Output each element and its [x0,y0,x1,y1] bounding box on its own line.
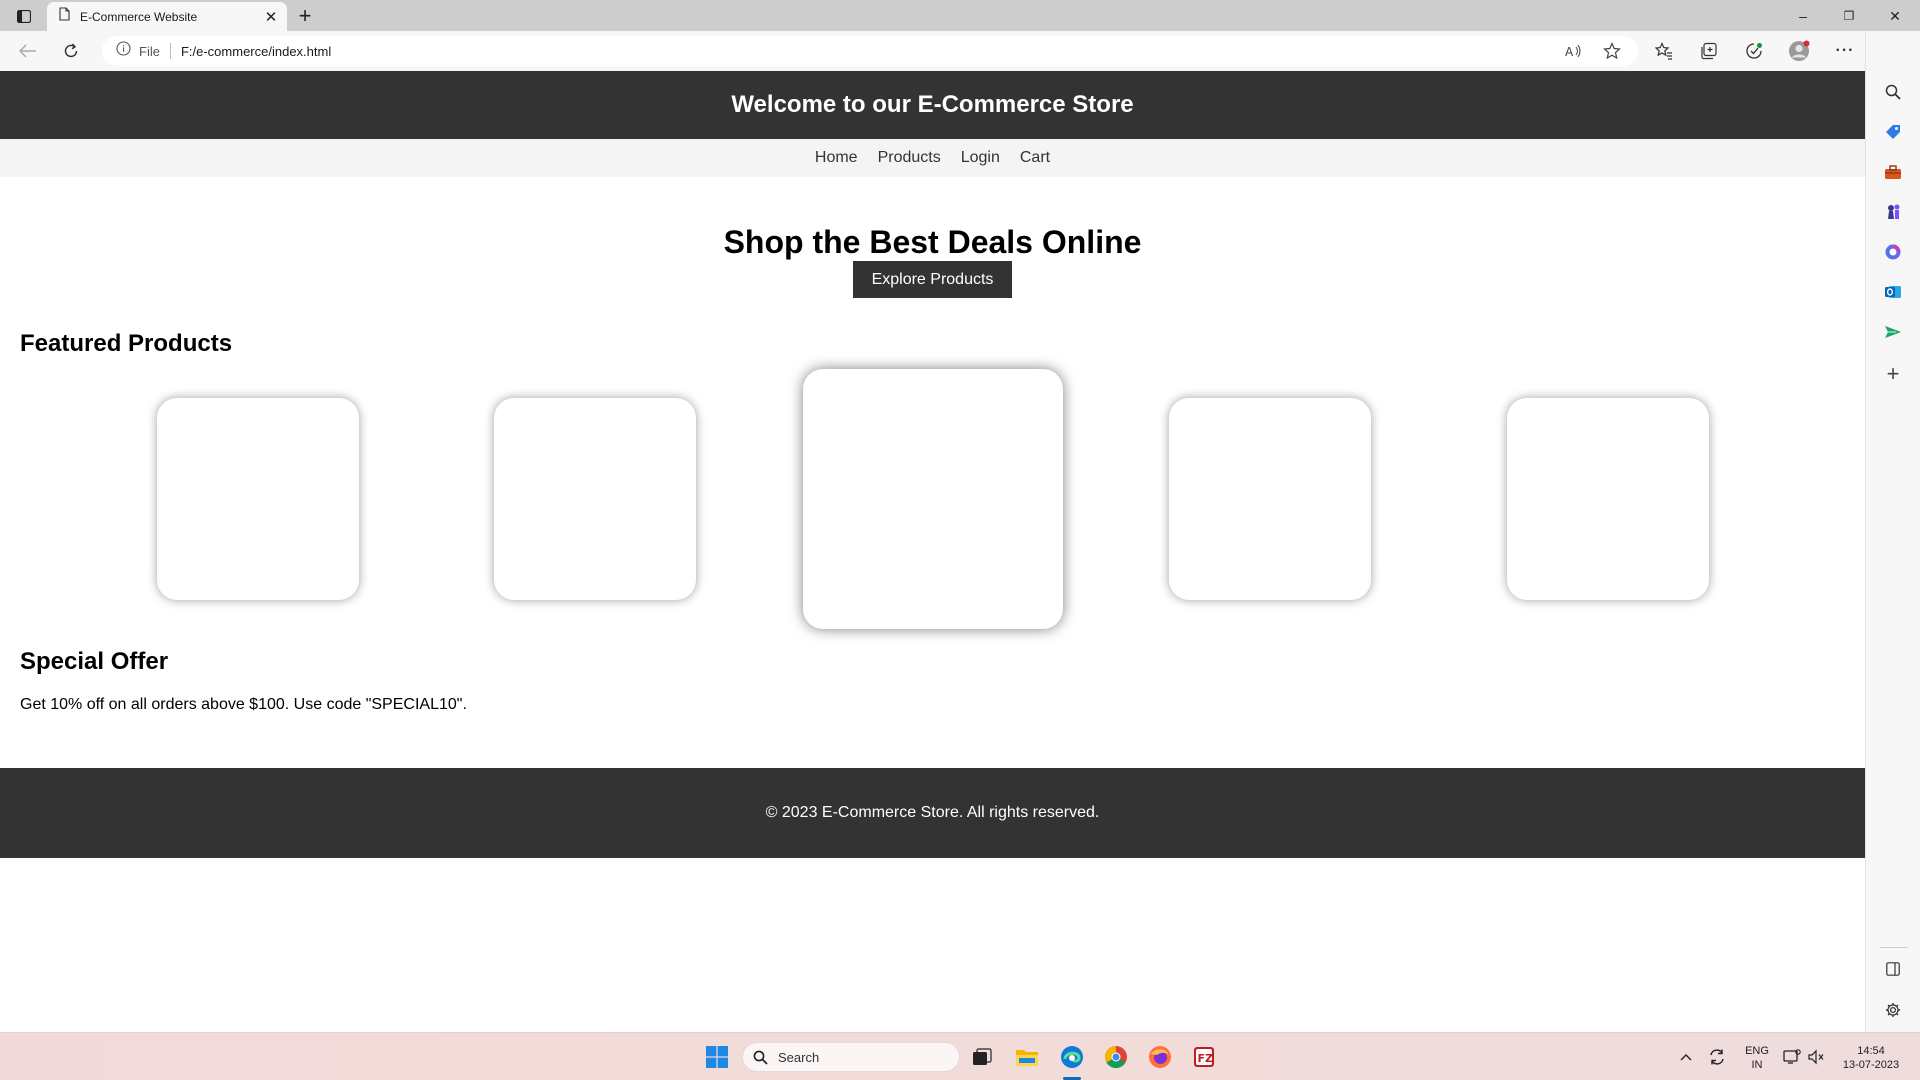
browser-essentials-icon[interactable] [1738,36,1770,66]
task-view-icon[interactable] [968,1043,996,1071]
product-card[interactable] [494,398,696,600]
tab-actions-icon[interactable] [12,6,36,26]
nav-link-cart[interactable]: Cart [1020,149,1050,167]
sync-icon[interactable] [1703,1043,1731,1071]
product-card[interactable] [157,398,359,600]
sidebar-divider [1880,947,1908,948]
office-icon[interactable] [1880,239,1906,265]
outlook-icon[interactable] [1880,279,1906,305]
minimize-button[interactable]: – [1780,4,1826,28]
edge-browser-icon[interactable] [1058,1043,1086,1071]
read-aloud-icon[interactable]: A [1558,36,1590,66]
special-offer-title: Special Offer [20,648,169,675]
collections-icon[interactable] [1693,36,1725,66]
browser-tab-bar: E-Commerce Website ✕ + – ❐ ✕ [0,0,1920,31]
site-nav: Home Products Login Cart [0,139,1865,177]
filezilla-icon[interactable]: FZ [1190,1043,1218,1071]
clock-time: 14:54 [1857,1045,1885,1057]
language-code: ENG [1745,1045,1769,1057]
taskbar-search-box[interactable]: Search [742,1042,960,1072]
volume-muted-icon[interactable] [1802,1043,1830,1071]
site-header: Welcome to our E-Commerce Store [0,71,1865,139]
product-card-active[interactable] [803,369,1063,629]
svg-text:FZ: FZ [1198,1052,1214,1065]
hero-section: Shop the Best Deals Online Explore Produ… [0,177,1865,298]
windows-start-icon[interactable] [703,1043,731,1071]
chess-icon[interactable] [1880,199,1906,225]
chrome-icon[interactable] [1102,1043,1130,1071]
taskbar-search-label: Search [778,1049,820,1065]
search-icon[interactable] [1880,79,1906,105]
toolbox-icon[interactable] [1880,159,1906,185]
clock-date: 13-07-2023 [1842,1059,1900,1071]
region-code: IN [1751,1059,1763,1071]
address-scheme: File [139,43,160,59]
featured-products-title: Featured Products [20,330,233,357]
nav-link-home[interactable]: Home [815,149,858,167]
search-icon [753,1050,768,1065]
tab-close-icon[interactable]: ✕ [259,5,283,29]
featured-products-row [0,358,1865,648]
site-title: Welcome to our E-Commerce Store [731,91,1134,118]
add-icon[interactable]: + [1880,361,1906,387]
nav-link-products[interactable]: Products [878,149,941,167]
send-icon[interactable] [1880,319,1906,345]
address-separator [169,43,171,59]
footer-text: © 2023 E-Commerce Store. All rights rese… [765,804,1100,821]
web-page: Welcome to our E-Commerce Store Home Pro… [0,71,1865,1032]
restore-button[interactable]: ❐ [1826,4,1872,28]
clock[interactable]: 14:54 13-07-2023 [1833,1044,1909,1072]
favorites-icon[interactable] [1648,36,1680,66]
address-bar[interactable]: File F:/e-commerce/index.html [102,36,1638,66]
address-url[interactable]: F:/e-commerce/index.html [181,44,331,59]
shopping-tag-icon[interactable] [1880,119,1906,145]
site-footer: © 2023 E-Commerce Store. All rights rese… [0,768,1865,858]
back-icon[interactable] [12,36,44,66]
new-tab-button[interactable]: + [292,3,318,28]
windows-taskbar: Search FZ ENG IN 14:54 13-07-2023 [0,1032,1920,1080]
firefox-icon[interactable] [1146,1043,1174,1071]
refresh-icon[interactable] [55,36,87,66]
page-icon [59,7,70,26]
tab-title: E-Commerce Website [80,9,198,24]
svg-text:A: A [1565,45,1574,58]
close-window-button[interactable]: ✕ [1872,4,1918,28]
browser-tab[interactable]: E-Commerce Website ✕ [47,2,287,31]
chevron-up-icon[interactable] [1672,1043,1700,1071]
sidebar-panel-icon[interactable] [1880,956,1906,982]
favorite-star-icon[interactable] [1596,36,1628,66]
info-icon[interactable] [116,41,131,61]
product-card[interactable] [1507,398,1709,600]
input-language[interactable]: ENG IN [1741,1044,1773,1072]
product-card[interactable] [1169,398,1371,600]
nav-link-login[interactable]: Login [961,149,1000,167]
more-options-icon[interactable]: ··· [1829,36,1861,66]
edge-sidebar: + [1865,31,1920,1032]
settings-gear-icon[interactable] [1880,997,1906,1023]
browser-toolbar: File F:/e-commerce/index.html A ··· [0,31,1920,71]
profile-avatar-icon[interactable] [1783,36,1815,66]
file-explorer-icon[interactable] [1013,1043,1041,1071]
explore-products-button[interactable]: Explore Products [852,261,1013,298]
hero-title: Shop the Best Deals Online [723,224,1142,260]
special-offer-text: Get 10% off on all orders above $100. Us… [20,696,467,713]
